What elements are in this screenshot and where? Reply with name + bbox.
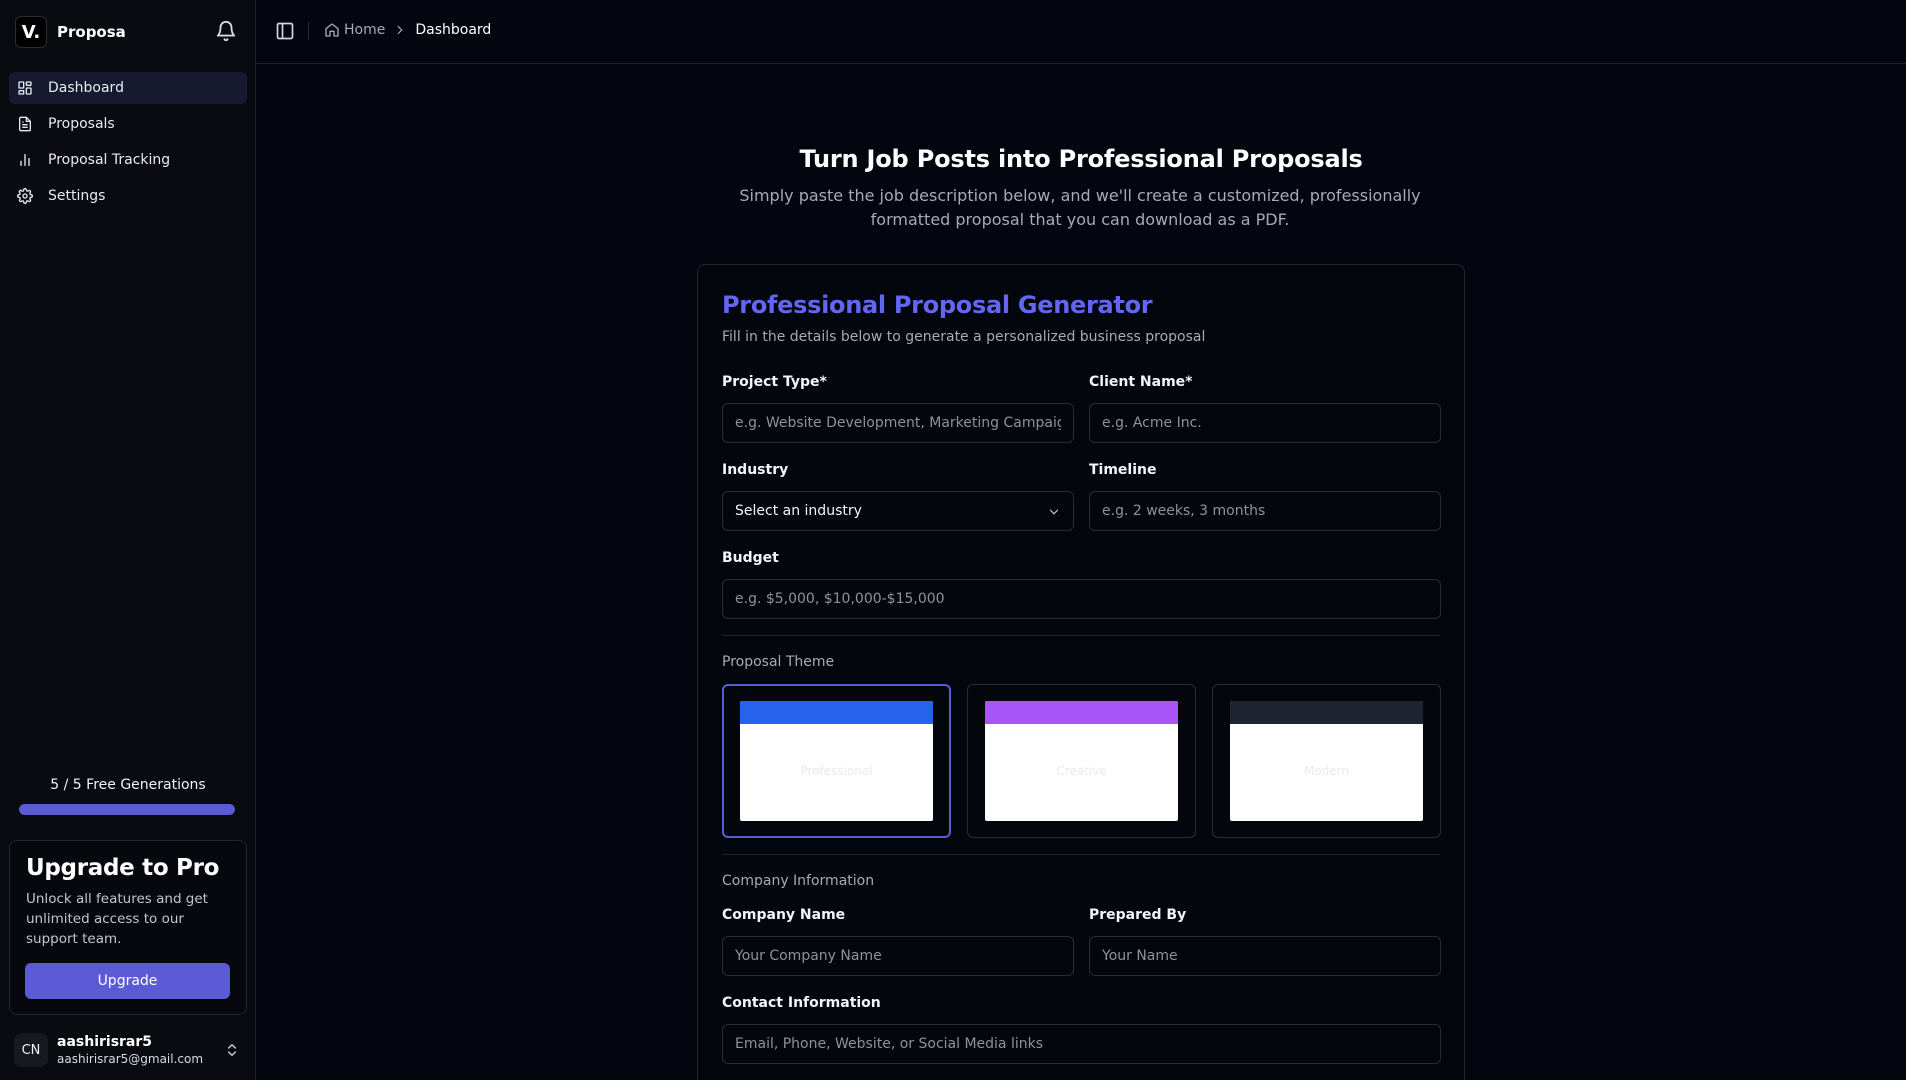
notification-bell-icon[interactable] <box>215 20 237 42</box>
project-type-input[interactable] <box>722 403 1074 443</box>
upgrade-card: Upgrade to Pro Unlock all features and g… <box>9 840 247 1015</box>
breadcrumb: Home Dashboard <box>324 22 491 38</box>
sidebar-item-label: Dashboard <box>48 80 124 96</box>
user-name: aashirisrar5 <box>57 1034 153 1050</box>
generations-progress-bar <box>19 804 235 815</box>
company-name-label: Company Name <box>722 907 846 923</box>
prepared-by-label: Prepared By <box>1089 907 1187 923</box>
upgrade-description: Unlock all features and get unlimited ac… <box>26 891 208 947</box>
contact-information-label: Contact Information <box>722 995 881 1011</box>
breadcrumb-home[interactable]: Home <box>324 22 385 38</box>
industry-selected-value: Select an industry <box>735 503 862 519</box>
user-menu[interactable]: CN aashirisrar5 aashirisrar5@gmail.com <box>14 1030 244 1070</box>
generations-progress-fill <box>19 804 235 815</box>
sidebar-item-label: Proposal Tracking <box>48 152 171 168</box>
theme-preview: Creative <box>985 701 1178 821</box>
theme-option-professional[interactable]: Professional <box>722 684 951 838</box>
sidebar-item-dashboard[interactable]: Dashboard <box>9 72 247 104</box>
upgrade-title: Upgrade to Pro <box>26 855 220 881</box>
theme-name: Professional <box>800 764 873 778</box>
industry-select[interactable]: Select an industry <box>722 491 1074 531</box>
divider <box>308 22 309 40</box>
sidebar-item-label: Proposals <box>48 116 115 132</box>
theme-name: Creative <box>1056 764 1107 778</box>
client-name-input[interactable] <box>1089 403 1441 443</box>
grid-icon <box>18 81 32 95</box>
proposal-form-card: Professional Proposal Generator Fill in … <box>697 264 1465 1080</box>
theme-color-bar <box>985 701 1178 724</box>
sidebar-nav: Dashboard Proposals Proposal Tracking Se… <box>9 72 247 216</box>
home-icon <box>325 23 339 37</box>
app-logo: V. <box>15 16 47 48</box>
theme-preview: Professional <box>740 701 933 821</box>
upgrade-button[interactable]: Upgrade <box>25 963 230 999</box>
company-information-label: Company Information <box>722 873 875 889</box>
theme-preview: Modern <box>1230 701 1423 821</box>
brand[interactable]: V. Proposa <box>15 15 126 49</box>
proposal-theme-label: Proposal Theme <box>722 654 835 670</box>
theme-color-bar <box>740 701 933 724</box>
form-subtitle: Fill in the details below to generate a … <box>722 329 1206 345</box>
theme-option-modern[interactable]: Modern <box>1212 684 1441 838</box>
sidebar-toggle-icon[interactable] <box>275 21 295 41</box>
free-generations-label: 5 / 5 Free Generations <box>50 777 206 793</box>
sidebar-item-label: Settings <box>48 188 106 204</box>
industry-label: Industry <box>722 462 789 478</box>
theme-color-bar <box>1230 701 1423 724</box>
budget-input[interactable] <box>722 579 1441 619</box>
sidebar: V. Proposa Dashboard Proposals Proposal … <box>0 0 256 1080</box>
theme-option-creative[interactable]: Creative <box>967 684 1196 838</box>
sidebar-item-proposals[interactable]: Proposals <box>9 108 247 140</box>
bar-chart-icon <box>20 154 30 166</box>
timeline-input[interactable] <box>1089 491 1441 531</box>
sidebar-item-proposal-tracking[interactable]: Proposal Tracking <box>9 144 247 176</box>
breadcrumb-current: Dashboard <box>415 22 492 38</box>
theme-name: Modern <box>1303 764 1350 778</box>
budget-label: Budget <box>722 550 779 566</box>
form-title: Professional Proposal Generator <box>722 291 1153 319</box>
divider <box>722 854 1440 855</box>
sidebar-item-settings[interactable]: Settings <box>9 180 247 212</box>
client-name-label: Client Name* <box>1089 374 1193 390</box>
user-email: aashirisrar5@gmail.com <box>57 1052 204 1066</box>
chevron-down-icon <box>1049 509 1059 515</box>
chevron-up-down-icon[interactable] <box>224 1041 240 1059</box>
file-icon <box>19 116 31 132</box>
app-name: Proposa <box>57 23 126 41</box>
page-subtitle: Simply paste the job description below, … <box>739 186 1421 229</box>
project-type-label: Project Type* <box>722 374 827 390</box>
divider <box>722 635 1440 636</box>
avatar: CN <box>14 1033 48 1067</box>
contact-information-input[interactable] <box>722 1024 1441 1064</box>
timeline-label: Timeline <box>1089 462 1157 478</box>
prepared-by-input[interactable] <box>1089 936 1441 976</box>
page-title: Turn Job Posts into Professional Proposa… <box>799 145 1363 173</box>
company-name-input[interactable] <box>722 936 1074 976</box>
top-bar: Home Dashboard <box>256 0 1906 64</box>
gear-icon <box>17 188 33 204</box>
chevron-right-icon <box>398 25 403 35</box>
breadcrumb-home-label: Home <box>344 22 386 38</box>
